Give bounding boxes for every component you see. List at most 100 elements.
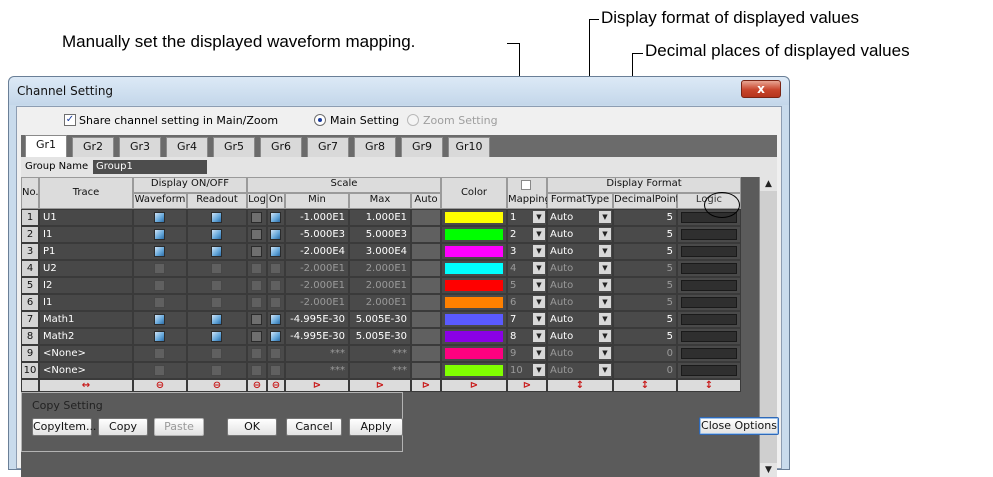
- mapping-select[interactable]: 2 ▼: [507, 226, 547, 243]
- scale-max-field[interactable]: 1.000E1: [349, 209, 411, 226]
- decimal-point-field[interactable]: 5: [613, 209, 677, 226]
- dropdown-arrow-icon[interactable]: ▼: [533, 228, 545, 240]
- scale-max-field[interactable]: 5.005E-30: [349, 311, 411, 328]
- scale-on-toggle[interactable]: [267, 362, 285, 379]
- scale-on-toggle[interactable]: [267, 260, 285, 277]
- readout-toggle[interactable]: [187, 362, 247, 379]
- scale-on-toggle[interactable]: [267, 311, 285, 328]
- dropdown-arrow-icon[interactable]: ▼: [599, 330, 611, 342]
- color-swatch[interactable]: [441, 243, 507, 260]
- group-name-input[interactable]: Group1: [93, 160, 207, 174]
- tab-gr8[interactable]: Gr8: [354, 137, 396, 157]
- log-toggle[interactable]: [247, 345, 267, 362]
- log-toggle-checkbox[interactable]: [251, 245, 262, 257]
- log-toggle[interactable]: [247, 311, 267, 328]
- log-toggle[interactable]: [247, 362, 267, 379]
- scale-on-toggle[interactable]: [267, 277, 285, 294]
- waveform-toggle-checkbox[interactable]: [154, 211, 165, 223]
- readout-toggle[interactable]: [187, 294, 247, 311]
- decimal-point-field[interactable]: 5: [613, 260, 677, 277]
- trace-field[interactable]: Math1: [39, 311, 133, 328]
- dropdown-arrow-icon[interactable]: ▼: [599, 364, 611, 376]
- color-swatch[interactable]: [441, 260, 507, 277]
- decimal-point-field[interactable]: 5: [613, 226, 677, 243]
- readout-toggle[interactable]: [187, 226, 247, 243]
- color-swatch[interactable]: [441, 311, 507, 328]
- batch-arrow-readout[interactable]: ⊖: [187, 379, 247, 392]
- waveform-toggle-checkbox[interactable]: [154, 347, 165, 359]
- scale-on-toggle-checkbox[interactable]: [270, 330, 281, 342]
- dropdown-arrow-icon[interactable]: ▼: [599, 228, 611, 240]
- decimal-point-field[interactable]: 5: [613, 294, 677, 311]
- batch-arrow-format[interactable]: ↕: [547, 379, 613, 392]
- mapping-select[interactable]: 4 ▼: [507, 260, 547, 277]
- scale-min-field[interactable]: -2.000E1: [285, 294, 349, 311]
- batch-arrow-max[interactable]: ⊳: [349, 379, 411, 392]
- scale-min-field[interactable]: -2.000E1: [285, 260, 349, 277]
- dropdown-arrow-icon[interactable]: ▼: [533, 245, 545, 257]
- color-swatch[interactable]: [441, 226, 507, 243]
- readout-toggle-checkbox[interactable]: [211, 279, 222, 291]
- tab-gr5[interactable]: Gr5: [213, 137, 255, 157]
- tab-gr1[interactable]: Gr1: [25, 135, 67, 157]
- trace-field[interactable]: P1: [39, 243, 133, 260]
- logic-button[interactable]: [681, 280, 737, 291]
- ok-button[interactable]: OK: [227, 418, 277, 436]
- logic-button[interactable]: [681, 263, 737, 274]
- tab-gr4[interactable]: Gr4: [166, 137, 208, 157]
- format-type-select[interactable]: Auto ▼: [547, 243, 613, 260]
- readout-toggle-checkbox[interactable]: [211, 262, 222, 274]
- trace-field[interactable]: U2: [39, 260, 133, 277]
- scale-on-toggle[interactable]: [267, 345, 285, 362]
- dropdown-arrow-icon[interactable]: ▼: [533, 211, 545, 223]
- format-type-select[interactable]: Auto ▼: [547, 362, 613, 379]
- mapping-select[interactable]: 1 ▼: [507, 209, 547, 226]
- scale-on-toggle[interactable]: [267, 226, 285, 243]
- scale-on-toggle-checkbox[interactable]: [270, 228, 281, 240]
- trace-field[interactable]: I1: [39, 226, 133, 243]
- color-swatch[interactable]: [441, 294, 507, 311]
- scale-min-field[interactable]: -1.000E1: [285, 209, 349, 226]
- readout-toggle-checkbox[interactable]: [211, 211, 222, 223]
- apply-button[interactable]: Apply: [349, 418, 403, 436]
- share-checkbox[interactable]: ✓: [64, 114, 76, 126]
- decimal-point-field[interactable]: 0: [613, 345, 677, 362]
- trace-field[interactable]: I1: [39, 294, 133, 311]
- paste-button[interactable]: Paste: [154, 418, 204, 436]
- mapping-select[interactable]: 8 ▼: [507, 328, 547, 345]
- logic-button[interactable]: [681, 314, 737, 325]
- cancel-button[interactable]: Cancel: [286, 418, 342, 436]
- decimal-point-field[interactable]: 5: [613, 277, 677, 294]
- waveform-toggle[interactable]: [133, 328, 187, 345]
- scale-min-field[interactable]: -2.000E4: [285, 243, 349, 260]
- scale-max-field[interactable]: 5.000E3: [349, 226, 411, 243]
- readout-toggle-checkbox[interactable]: [211, 330, 222, 342]
- log-toggle[interactable]: [247, 294, 267, 311]
- scale-max-field[interactable]: ***: [349, 362, 411, 379]
- scale-min-field[interactable]: -5.000E3: [285, 226, 349, 243]
- copy-button[interactable]: Copy: [98, 418, 148, 436]
- close-options-button[interactable]: Close Options: [699, 417, 779, 435]
- log-toggle-checkbox[interactable]: [251, 330, 262, 342]
- dropdown-arrow-icon[interactable]: ▼: [533, 296, 545, 308]
- readout-toggle-checkbox[interactable]: [211, 347, 222, 359]
- logic-button[interactable]: [681, 331, 737, 342]
- tab-gr9[interactable]: Gr9: [401, 137, 443, 157]
- scale-on-toggle[interactable]: [267, 294, 285, 311]
- color-swatch[interactable]: [441, 345, 507, 362]
- log-toggle-checkbox[interactable]: [251, 228, 262, 240]
- log-toggle-checkbox[interactable]: [251, 279, 262, 291]
- scale-auto-button[interactable]: [411, 362, 441, 379]
- waveform-toggle[interactable]: [133, 209, 187, 226]
- batch-arrow-mapping[interactable]: ⊳: [507, 379, 547, 392]
- batch-arrow-auto[interactable]: ⊳: [411, 379, 441, 392]
- format-type-select[interactable]: Auto ▼: [547, 277, 613, 294]
- waveform-toggle-checkbox[interactable]: [154, 330, 165, 342]
- dropdown-arrow-icon[interactable]: ▼: [599, 347, 611, 359]
- scale-auto-button[interactable]: [411, 243, 441, 260]
- readout-toggle[interactable]: [187, 209, 247, 226]
- dropdown-arrow-icon[interactable]: ▼: [533, 262, 545, 274]
- mapping-select[interactable]: 5 ▼: [507, 277, 547, 294]
- waveform-toggle-checkbox[interactable]: [154, 364, 165, 376]
- dropdown-arrow-icon[interactable]: ▼: [533, 279, 545, 291]
